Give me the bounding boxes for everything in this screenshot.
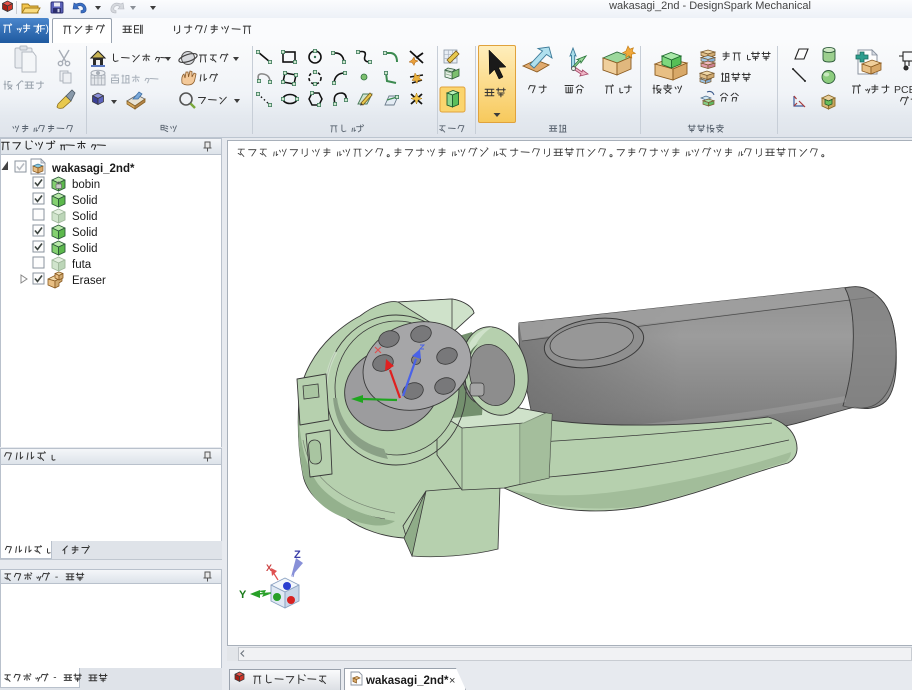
svg-text:/: / [204, 24, 208, 36]
svg-text:PCB: PCB [894, 84, 912, 96]
svg-text:Eraser: Eraser [72, 275, 106, 287]
svg-text:X: X [266, 563, 272, 573]
svg-text:-: - [53, 673, 56, 684]
svg-text:Z: Z [294, 549, 301, 561]
svg-text:Y: Y [239, 589, 247, 601]
svg-text:futa: futa [72, 259, 92, 271]
svg-text:wakasagi_2nd*: wakasagi_2nd* [51, 163, 135, 175]
svg-text:Solid: Solid [72, 195, 98, 207]
svg-text:(F): (F) [36, 24, 49, 35]
svg-text:wakasagi_2nd*: wakasagi_2nd* [365, 675, 449, 687]
svg-text:-: - [55, 572, 58, 583]
svg-text:Solid: Solid [72, 227, 98, 239]
svg-text:bobin: bobin [72, 179, 100, 191]
svg-text:Solid: Solid [72, 243, 98, 255]
svg-text:Solid: Solid [72, 211, 98, 223]
svg-text:×: × [449, 675, 455, 687]
